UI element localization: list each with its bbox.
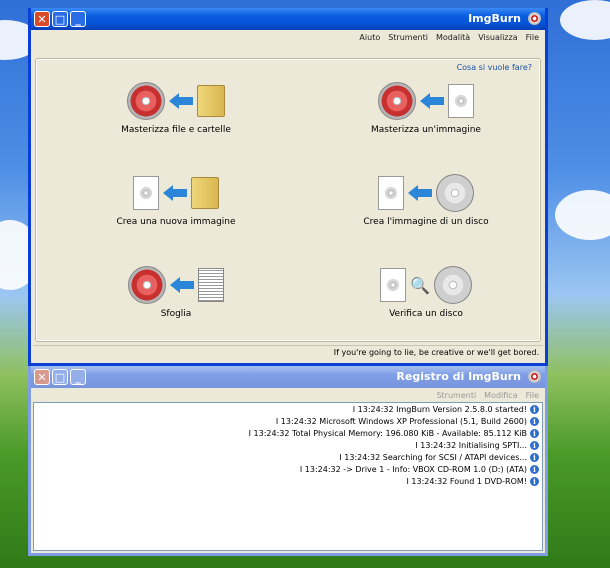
info-icon: i xyxy=(530,452,539,462)
menu-modifica[interactable]: Modifica xyxy=(484,391,517,400)
arrow-left-icon xyxy=(408,185,432,201)
info-icon: i xyxy=(530,428,539,438)
menu-strumenti[interactable]: Strumenti xyxy=(436,391,476,400)
action-label: Crea una nuova immagine xyxy=(116,217,236,227)
action-create-disc-image[interactable]: Crea l'immagine di un disco xyxy=(336,171,516,241)
image-file-icon xyxy=(133,176,159,210)
info-icon: i xyxy=(530,440,539,450)
arrow-left-icon xyxy=(169,93,193,109)
maximize-button[interactable]: □ xyxy=(52,11,68,27)
arrow-left-icon xyxy=(420,93,444,109)
log-line: I 13:24:32 ImgBurn Version 2.5.8.0 start… xyxy=(34,403,542,415)
status-bar: If you're going to lie, be creative or w… xyxy=(33,345,543,359)
menu-aiuto[interactable]: Aiuto xyxy=(359,33,380,42)
minimize-button[interactable]: _ xyxy=(70,369,86,385)
archive-file-icon xyxy=(198,268,224,302)
minimize-button[interactable]: _ xyxy=(70,11,86,27)
window-title: Registro di ImgBurn xyxy=(396,370,521,383)
log-line: I 13:24:32 Total Physical Memory: 196.08… xyxy=(34,427,542,439)
action-label: Masterizza file e cartelle xyxy=(121,125,231,135)
disc-burn-icon xyxy=(128,266,166,304)
info-icon: i xyxy=(530,416,539,426)
close-button[interactable]: ✕ xyxy=(34,369,50,385)
arrow-left-icon xyxy=(163,185,187,201)
imgburn-log-window: ✕ □ _ Registro di ImgBurn Strumenti Modi… xyxy=(28,366,548,556)
disc-burn-icon xyxy=(378,82,416,120)
action-verify-disc[interactable]: 🔍 Verifica un disco xyxy=(336,263,516,333)
image-file-icon xyxy=(380,268,407,302)
cloud xyxy=(555,190,610,240)
action-label: Verifica un disco xyxy=(389,309,463,319)
maximize-button[interactable]: □ xyxy=(52,369,68,385)
log-line: I 13:24:32 -> Drive 1 - Info: VBOX CD-RO… xyxy=(34,463,542,475)
action-label: Masterizza un'immagine xyxy=(371,125,481,135)
imgburn-app-icon[interactable] xyxy=(528,12,541,25)
action-create-new-image[interactable]: Crea una nuova immagine xyxy=(86,171,266,241)
action-burn-image[interactable]: Masterizza un'immagine xyxy=(336,79,516,149)
image-file-icon xyxy=(378,176,404,210)
main-titlebar[interactable]: ✕ □ _ ImgBurn xyxy=(31,8,545,30)
log-line: I 13:24:32 Microsoft Windows XP Professi… xyxy=(34,415,542,427)
arrow-left-icon xyxy=(170,277,194,293)
disc-icon xyxy=(433,266,472,304)
action-label: Sfoglia xyxy=(160,309,192,319)
action-burn-files[interactable]: Masterizza file e cartelle xyxy=(86,79,266,149)
window-title: ImgBurn xyxy=(468,12,521,25)
menu-strumenti[interactable]: Strumenti xyxy=(388,33,428,42)
info-icon: i xyxy=(530,476,539,486)
info-icon: i xyxy=(530,464,539,474)
disc-burn-icon xyxy=(127,82,165,120)
log-line: I 13:24:32 Initialising SPTI... i xyxy=(34,439,542,451)
close-button[interactable]: ✕ xyxy=(34,11,50,27)
prompt-text: Cosa si vuole fare? xyxy=(456,63,532,72)
status-text: If you're going to lie, be creative or w… xyxy=(333,348,539,357)
folder-icon xyxy=(197,85,225,117)
folder-icon xyxy=(191,177,219,209)
log-area[interactable]: I 13:24:32 ImgBurn Version 2.5.8.0 start… xyxy=(33,402,543,551)
main-menubar: Aiuto Strumenti Modalità Visualizza File xyxy=(31,30,545,44)
disc-icon xyxy=(436,174,474,212)
info-icon: i xyxy=(530,404,539,414)
imgburn-main-window: ✕ □ _ ImgBurn Aiuto Strumenti Modalità V… xyxy=(28,8,548,366)
image-file-icon xyxy=(448,84,474,118)
menu-visualizza[interactable]: Visualizza xyxy=(478,33,517,42)
action-label: Crea l'immagine di un disco xyxy=(363,217,489,227)
log-titlebar[interactable]: ✕ □ _ Registro di ImgBurn xyxy=(31,366,545,388)
log-line: I 13:24:32 Searching for SCSI / ATAPI de… xyxy=(34,451,542,463)
menu-modalita[interactable]: Modalità xyxy=(436,33,470,42)
cloud xyxy=(560,0,610,40)
log-line: I 13:24:32 Found 1 DVD-ROM! i xyxy=(34,475,542,487)
action-panel: Cosa si vuole fare? Masterizza un'immagi… xyxy=(35,58,541,342)
menu-file[interactable]: File xyxy=(526,33,539,42)
menu-file[interactable]: File xyxy=(526,391,539,400)
action-browse[interactable]: Sfoglia xyxy=(86,263,266,333)
imgburn-app-icon[interactable] xyxy=(528,370,541,383)
magnifier-icon: 🔍 xyxy=(410,275,430,295)
log-menubar: Strumenti Modifica File xyxy=(31,388,545,402)
